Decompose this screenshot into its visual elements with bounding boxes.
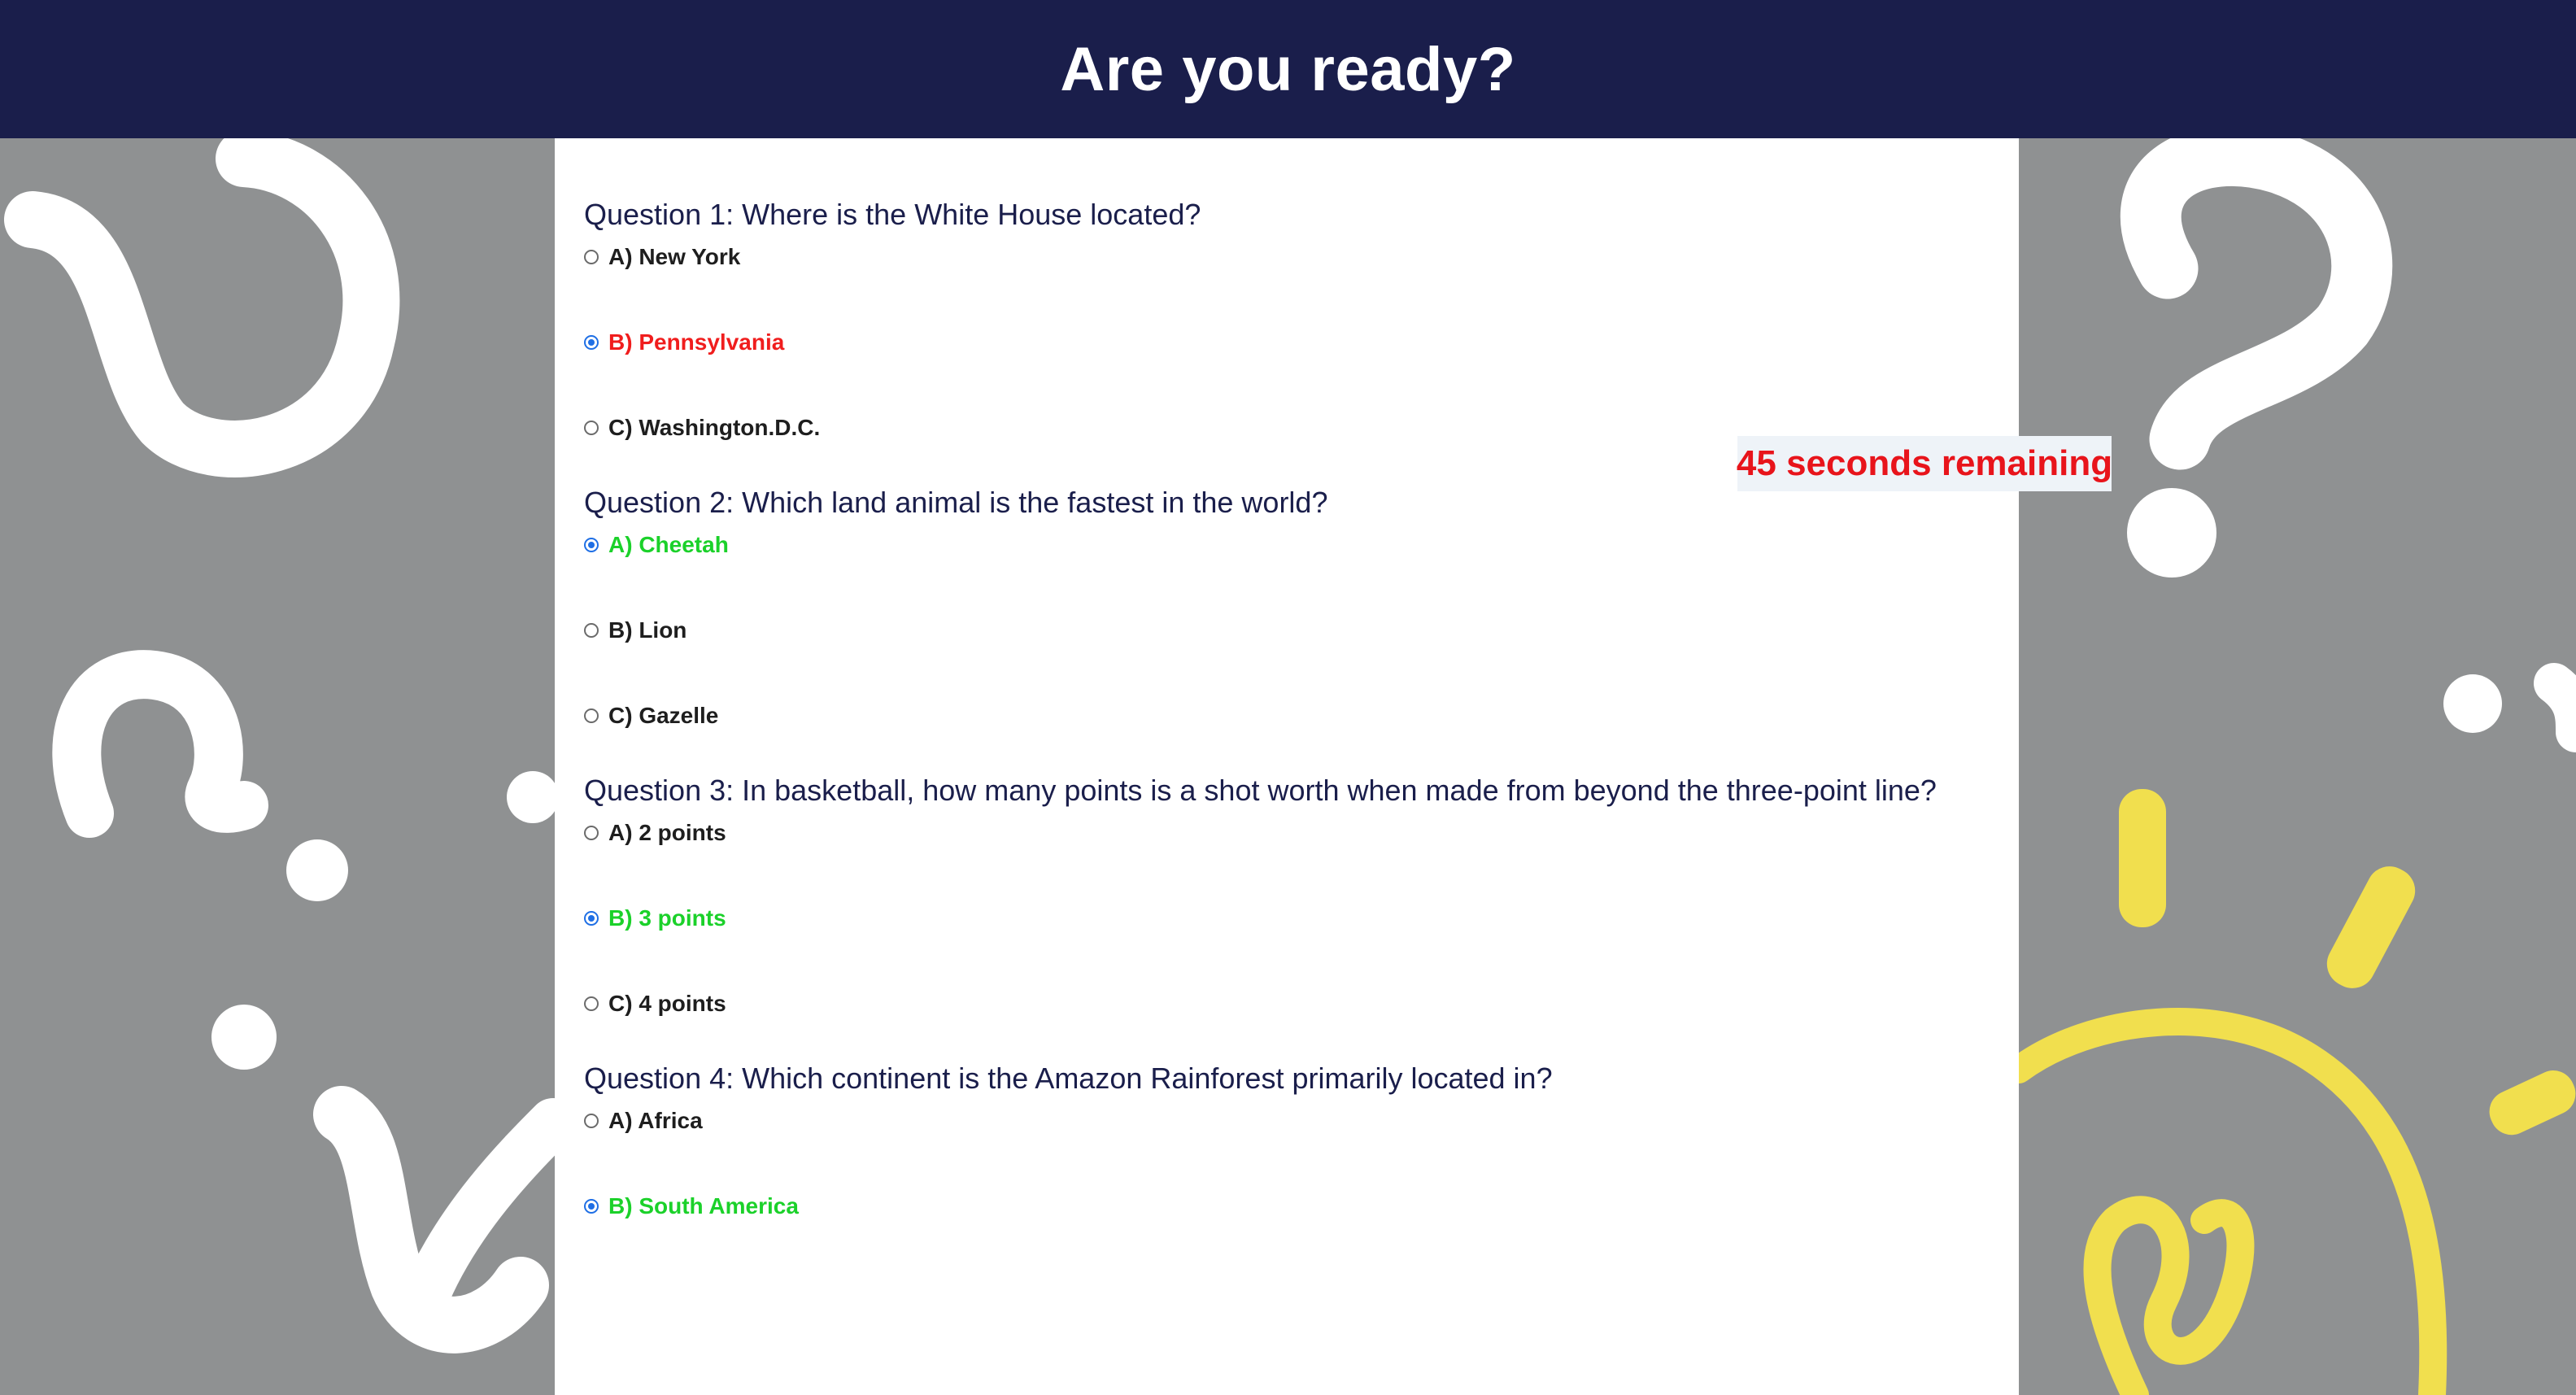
question-1: Question 1: Where is the White House loc… (584, 197, 2019, 444)
option-label-correct: B) 3 points (608, 905, 726, 931)
question-text: Question 4: Which continent is the Amazo… (584, 1062, 1553, 1095)
option-3a[interactable]: A) 2 points (584, 817, 2019, 849)
option-label: C) Gazelle (608, 703, 719, 728)
option-2a[interactable]: A) Cheetah (584, 529, 2019, 561)
option-label-wrong: B) Pennsylvania (608, 329, 785, 355)
option-3c[interactable]: C) 4 points (584, 987, 2019, 1020)
page-header: Are you ready? (0, 0, 2576, 138)
radio-button[interactable] (584, 250, 599, 264)
question-text: Question 1: Where is the White House loc… (584, 198, 1201, 231)
question-3: Question 3: In basketball, how many poin… (584, 773, 2019, 1020)
radio-button-selected[interactable] (584, 911, 599, 926)
option-2b[interactable]: B) Lion (584, 614, 2019, 647)
option-4a[interactable]: A) Africa (584, 1105, 2019, 1137)
radio-button[interactable] (584, 708, 599, 723)
countdown-timer: 45 seconds remaining (1737, 436, 2112, 491)
option-label-correct: B) South America (608, 1193, 799, 1218)
radio-button[interactable] (584, 826, 599, 840)
option-label: C) Washington.D.C. (608, 415, 821, 440)
option-3b[interactable]: B) 3 points (584, 902, 2019, 935)
option-label: A) New York (608, 244, 741, 269)
question-text: Question 3: In basketball, how many poin… (584, 774, 1937, 807)
option-1a[interactable]: A) New York (584, 241, 2019, 273)
radio-button-selected[interactable] (584, 538, 599, 552)
radio-button[interactable] (584, 996, 599, 1011)
quiz-panel: Question 1: Where is the White House loc… (555, 138, 2019, 1395)
option-label: B) Lion (608, 617, 687, 643)
page-title: Are you ready? (1060, 34, 1516, 104)
question-2: Question 2: Which land animal is the fas… (584, 485, 2019, 732)
radio-button[interactable] (584, 421, 599, 435)
option-label: C) 4 points (608, 991, 726, 1016)
radio-button[interactable] (584, 1114, 599, 1128)
radio-button-selected[interactable] (584, 1199, 599, 1214)
question-4: Question 4: Which continent is the Amazo… (584, 1061, 2019, 1223)
radio-button[interactable] (584, 623, 599, 638)
radio-button-selected[interactable] (584, 335, 599, 350)
option-label: A) 2 points (608, 820, 726, 845)
option-label-correct: A) Cheetah (608, 532, 729, 557)
option-4b[interactable]: B) South America (584, 1190, 2019, 1223)
option-2c[interactable]: C) Gazelle (584, 700, 2019, 732)
option-1b[interactable]: B) Pennsylvania (584, 326, 2019, 359)
option-label: A) Africa (608, 1108, 703, 1133)
